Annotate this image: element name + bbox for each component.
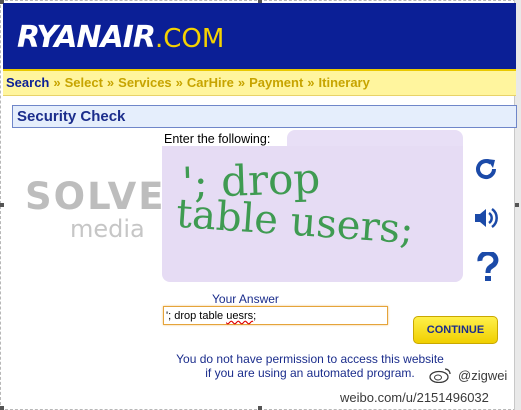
weibo-icon [429, 368, 451, 383]
resize-handle[interactable] [0, 406, 4, 410]
captcha-image: '; drop table users; [162, 146, 463, 282]
nav-step-services[interactable]: Services [118, 75, 172, 90]
resize-handle[interactable] [515, 203, 519, 207]
nav-step-carhire[interactable]: CarHire [187, 75, 234, 90]
booking-steps-bar: Search» Select» Services» CarHire» Payment» I… [3, 71, 516, 96]
automation-warning-line1: You do not have permission to access thi… [176, 352, 444, 366]
answer-value-suffix: ; [253, 310, 257, 322]
booking-steps: Search» Select» Services» CarHire» Payment» I… [6, 75, 370, 90]
nav-separator: » [175, 75, 183, 90]
captcha-text-line2: table users; [174, 190, 416, 254]
nav-separator: » [53, 75, 61, 90]
nav-step-itinerary[interactable]: Itinerary [319, 75, 370, 90]
nav-step-search[interactable]: Search [6, 75, 49, 90]
nav-separator: » [106, 75, 115, 90]
answer-value-prefix: '; drop table [166, 310, 227, 322]
logo-suffix-text: .COM [155, 24, 225, 54]
solvemedia-logo: SOLVE media [25, 175, 166, 243]
nav-step-payment[interactable]: Payment [249, 75, 303, 90]
help-icon[interactable] [473, 252, 503, 282]
answer-label: Your Answer [212, 292, 279, 306]
solvemedia-logo-line1: SOLVE [25, 175, 166, 218]
watermark-url: weibo.com/u/2151496032 [340, 390, 489, 405]
automation-warning-line2: if you are using an automated program. [205, 366, 415, 380]
watermark-handle: @zigwei [458, 368, 508, 383]
captcha-prompt: Enter the following: [164, 132, 271, 146]
nav-step-select[interactable]: Select [65, 75, 103, 90]
nav-separator: » [307, 75, 315, 90]
solvemedia-logo-line2: media [70, 215, 145, 243]
section-title: Security Check [17, 108, 126, 125]
audio-icon[interactable] [471, 203, 501, 233]
ryanair-logo[interactable]: RYANAIR.COM [17, 20, 224, 55]
resize-handle[interactable] [0, 203, 4, 207]
continue-button[interactable]: CONTINUE [413, 316, 498, 344]
automation-warning: You do not have permission to access thi… [160, 352, 460, 380]
answer-value-misspelled: uesrs [226, 310, 254, 322]
refresh-icon[interactable] [471, 154, 501, 184]
logo-main-text: RYANAIR [17, 20, 156, 55]
site-header: RYANAIR.COM [3, 3, 516, 71]
nav-separator: » [237, 75, 246, 90]
resize-handle[interactable] [258, 406, 262, 410]
section-header: Security Check [12, 105, 517, 128]
answer-value: '; drop table uesrs; [166, 310, 256, 322]
